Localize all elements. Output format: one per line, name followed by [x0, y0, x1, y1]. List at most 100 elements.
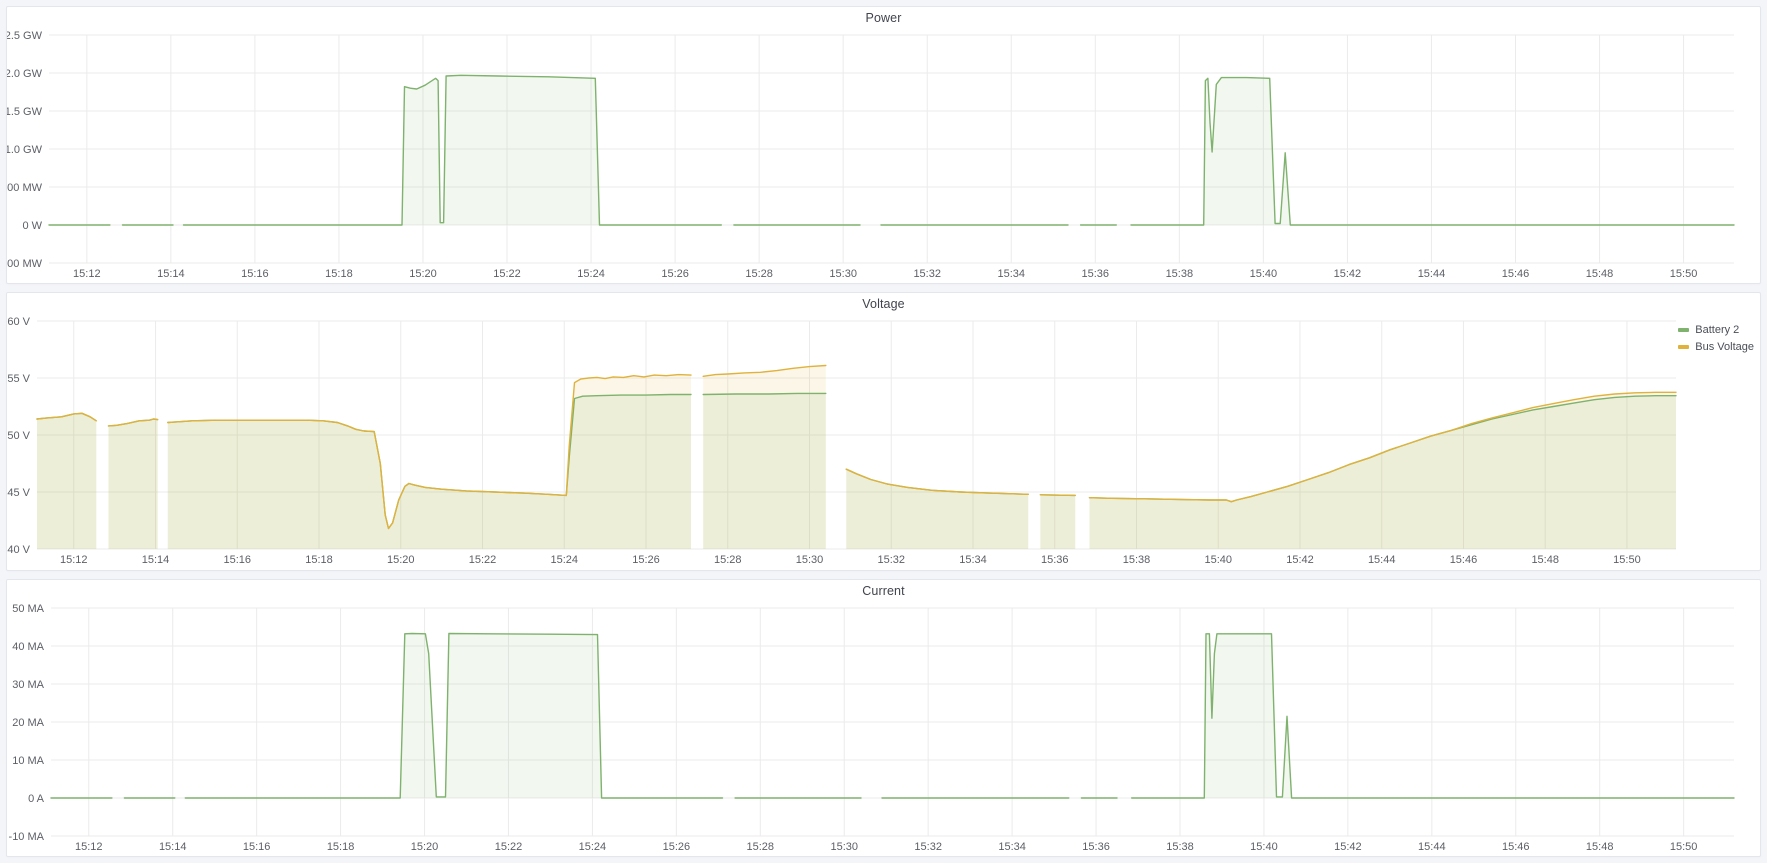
x-axis-tick-label: 15:48 [1586, 841, 1614, 853]
x-axis-tick-label: 15:48 [1531, 554, 1559, 566]
legend-item-bus-voltage[interactable]: Bus Voltage [1678, 340, 1754, 354]
y-axis-tick-label: 45 V [7, 487, 30, 499]
x-axis-tick-label: 15:12 [75, 841, 103, 853]
x-axis-tick-label: 15:36 [1082, 841, 1110, 853]
x-axis-tick-label: 15:42 [1334, 841, 1362, 853]
x-axis-tick-label: 15:42 [1334, 268, 1362, 280]
panel-title-current[interactable]: Current [862, 584, 904, 598]
voltage-chart[interactable]: 60 V 55 V 50 V 45 V 40 V 15:12 15:14 15:16 15:18… [7, 315, 1760, 567]
voltage-chart-svg: 60 V 55 V 50 V 45 V 40 V 15:12 15:14 15:16 15:18… [7, 315, 1760, 567]
x-axis-tick-label: 15:18 [327, 841, 355, 853]
panel-title-voltage[interactable]: Voltage [862, 297, 904, 311]
x-axis-tick-label: 15:16 [243, 841, 271, 853]
x-axis-tick-label: 15:42 [1286, 554, 1314, 566]
y-axis-tick-label: 40 V [7, 544, 30, 556]
x-axis-tick-label: 15:14 [157, 268, 185, 280]
x-axis-tick-label: 15:12 [73, 268, 101, 280]
panel-title-power[interactable]: Power [866, 11, 902, 25]
series-area [109, 419, 158, 549]
x-axis-tick-label: 15:50 [1670, 841, 1698, 853]
y-axis-tick-label: 500 MW [7, 182, 43, 194]
x-axis-tick-label: 15:12 [60, 554, 88, 566]
panel-header-power: Power [7, 7, 1760, 29]
series-line-bus-voltage [1040, 495, 1075, 496]
y-axis-tick-label: 1.5 GW [7, 106, 43, 118]
y-axis-tick-label: 30 MA [12, 679, 44, 691]
x-axis-tick-label: 15:32 [913, 268, 941, 280]
x-axis-tick-label: 15:18 [305, 554, 333, 566]
x-axis-tick-label: 15:18 [325, 268, 353, 280]
y-axis-tick-label: 2.5 GW [7, 30, 43, 42]
panel-current: Current 50 MA40 MA30 MA20 MA10 MA0 A-10 … [6, 579, 1761, 857]
x-axis-tick-label: 15:38 [1166, 268, 1194, 280]
x-axis-tick-label: 15:28 [745, 268, 773, 280]
x-axis-tick-label: 15:46 [1502, 841, 1530, 853]
legend-label: Bus Voltage [1695, 340, 1754, 354]
x-axis-tick-label: 15:24 [550, 554, 578, 566]
x-axis-tick-label: 15:40 [1250, 841, 1278, 853]
series-area [37, 414, 96, 550]
x-axis-tick-label: 15:34 [997, 268, 1025, 280]
y-axis-tick-label: 50 V [7, 430, 30, 442]
x-axis-tick-label: 15:14 [159, 841, 187, 853]
x-axis-tick-label: 15:24 [579, 841, 607, 853]
dashboard: Power 2.5 GW2.0 GW1.5 GW1.0 GW500 MW0 W-… [0, 0, 1767, 863]
legend-label: Battery 2 [1695, 323, 1739, 337]
x-axis-tick-label: 15:40 [1204, 554, 1232, 566]
x-axis-tick-label: 15:22 [493, 268, 521, 280]
x-axis-tick-label: 15:34 [959, 554, 987, 566]
legend-swatch-icon [1678, 345, 1689, 349]
x-axis-tick-label: 15:30 [830, 841, 858, 853]
series-area [1040, 495, 1075, 549]
x-axis-tick-label: 15:50 [1613, 554, 1641, 566]
current-chart[interactable]: 50 MA40 MA30 MA20 MA10 MA0 A-10 MA15:121… [7, 602, 1760, 854]
series-area [1132, 633, 1734, 797]
x-axis-tick-label: 15:20 [409, 268, 437, 280]
legend-swatch-icon [1678, 328, 1689, 332]
panel-power: Power 2.5 GW2.0 GW1.5 GW1.0 GW500 MW0 W-… [6, 6, 1761, 284]
series-area [168, 375, 691, 549]
x-axis-tick-label: 15:38 [1123, 554, 1151, 566]
panel-voltage: Voltage 60 V 55 V 50 V 45 V 40 V 15:12 15:14 15… [6, 292, 1761, 570]
power-chart-svg: 2.5 GW2.0 GW1.5 GW1.0 GW500 MW0 W-500 MW… [7, 29, 1760, 281]
x-axis-tick-label: 15:44 [1418, 841, 1446, 853]
x-axis-tick-label: 15:20 [387, 554, 415, 566]
x-axis-tick-label: 15:32 [914, 841, 942, 853]
panel-header-voltage: Voltage [7, 293, 1760, 315]
x-axis-tick-label: 15:40 [1250, 268, 1278, 280]
x-axis-tick-label: 15:20 [411, 841, 439, 853]
y-axis-tick-label: 60 V [7, 316, 30, 328]
legend: Battery 2 Bus Voltage [1678, 323, 1754, 354]
x-axis-tick-label: 15:30 [829, 268, 857, 280]
x-axis-tick-label: 15:36 [1041, 554, 1069, 566]
series-area [1131, 78, 1734, 225]
series-area [1090, 393, 1677, 550]
x-axis-tick-label: 15:46 [1450, 554, 1478, 566]
series-area [846, 470, 1028, 550]
current-chart-svg: 50 MA40 MA30 MA20 MA10 MA0 A-10 MA15:121… [7, 602, 1760, 854]
x-axis-tick-label: 15:28 [714, 554, 742, 566]
series-area [185, 633, 722, 798]
y-axis-tick-label: 50 MA [12, 603, 44, 615]
x-axis-tick-label: 15:14 [142, 554, 170, 566]
x-axis-tick-label: 15:16 [241, 268, 269, 280]
x-axis-tick-label: 15:34 [998, 841, 1026, 853]
x-axis-tick-label: 15:50 [1670, 268, 1698, 280]
x-axis-tick-label: 15:48 [1586, 268, 1614, 280]
y-axis-tick-label: 0 A [28, 793, 45, 805]
y-axis-tick-label: 2.0 GW [7, 68, 43, 80]
x-axis-tick-label: 15:26 [632, 554, 660, 566]
y-axis-tick-label: 20 MA [12, 717, 44, 729]
y-axis-tick-label: 10 MA [12, 755, 44, 767]
x-axis-tick-label: 15:36 [1082, 268, 1110, 280]
y-axis-tick-label: 0 W [22, 220, 42, 232]
legend-item-battery-2[interactable]: Battery 2 [1678, 323, 1739, 337]
x-axis-tick-label: 15:16 [224, 554, 252, 566]
x-axis-tick-label: 15:22 [495, 841, 523, 853]
power-chart[interactable]: 2.5 GW2.0 GW1.5 GW1.0 GW500 MW0 W-500 MW… [7, 29, 1760, 281]
x-axis-tick-label: 15:26 [663, 841, 691, 853]
y-axis-tick-label: 55 V [7, 373, 30, 385]
y-axis-tick-label: 1.0 GW [7, 144, 43, 156]
x-axis-tick-label: 15:30 [796, 554, 824, 566]
x-axis-tick-label: 15:22 [469, 554, 497, 566]
